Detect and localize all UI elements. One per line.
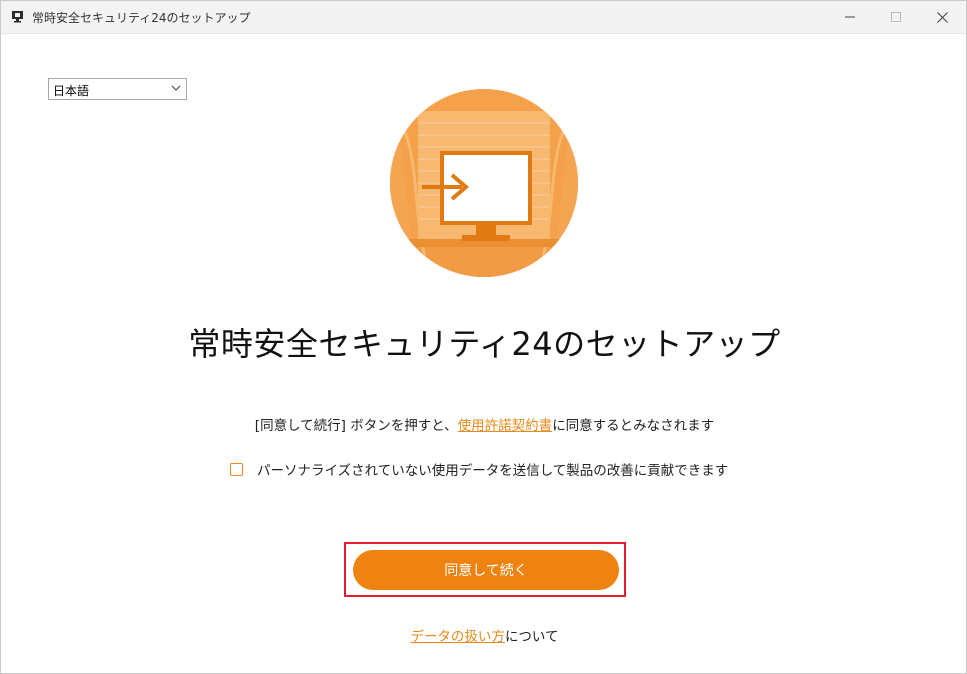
app-icon xyxy=(12,11,23,23)
license-link[interactable]: 使用許諾契約書 xyxy=(458,418,553,434)
maximize-button[interactable] xyxy=(873,1,919,33)
agree-suffix: に同意するとみなされます xyxy=(552,418,715,434)
close-button[interactable] xyxy=(919,1,965,33)
agree-continue-label: 同意して続く xyxy=(444,563,528,579)
data-handling-suffix: について xyxy=(504,629,559,645)
usage-data-option[interactable]: パーソナライズされていない使用データを送信して製品の改善に貢献できます xyxy=(230,459,728,479)
minimize-button[interactable] xyxy=(827,1,873,33)
agree-prefix: [同意して続行] ボタンを押すと、 xyxy=(254,418,458,434)
page-title: 常時安全セキュリティ24のセットアップ xyxy=(188,325,781,363)
chevron-down-icon xyxy=(171,85,181,91)
usage-data-label[interactable]: パーソナライズされていない使用データを送信して製品の改善に貢献できます xyxy=(257,459,728,479)
license-agreement-text: [同意して続行] ボタンを押すと、使用許諾契約書に同意するとみなされます xyxy=(1,414,967,434)
agree-continue-button[interactable]: 同意して続く xyxy=(353,550,619,590)
window-title: 常時安全セキュリティ24のセットアップ xyxy=(32,11,251,25)
setup-window: 常時安全セキュリティ24のセットアップ 日本語 常時安全セキュリティ24のセット… xyxy=(0,0,967,674)
minimize-icon xyxy=(845,16,855,18)
monitor-arrow-icon xyxy=(390,89,578,277)
data-handling-link[interactable]: データの扱い方 xyxy=(410,629,505,645)
close-icon xyxy=(936,11,948,23)
language-select-value: 日本語 xyxy=(53,84,90,98)
usage-data-checkbox[interactable] xyxy=(230,462,243,476)
maximize-icon xyxy=(891,12,901,22)
title-bar: 常時安全セキュリティ24のセットアップ xyxy=(1,1,966,34)
language-select[interactable]: 日本語 xyxy=(48,78,187,100)
data-handling-text: データの扱い方について xyxy=(1,625,967,645)
